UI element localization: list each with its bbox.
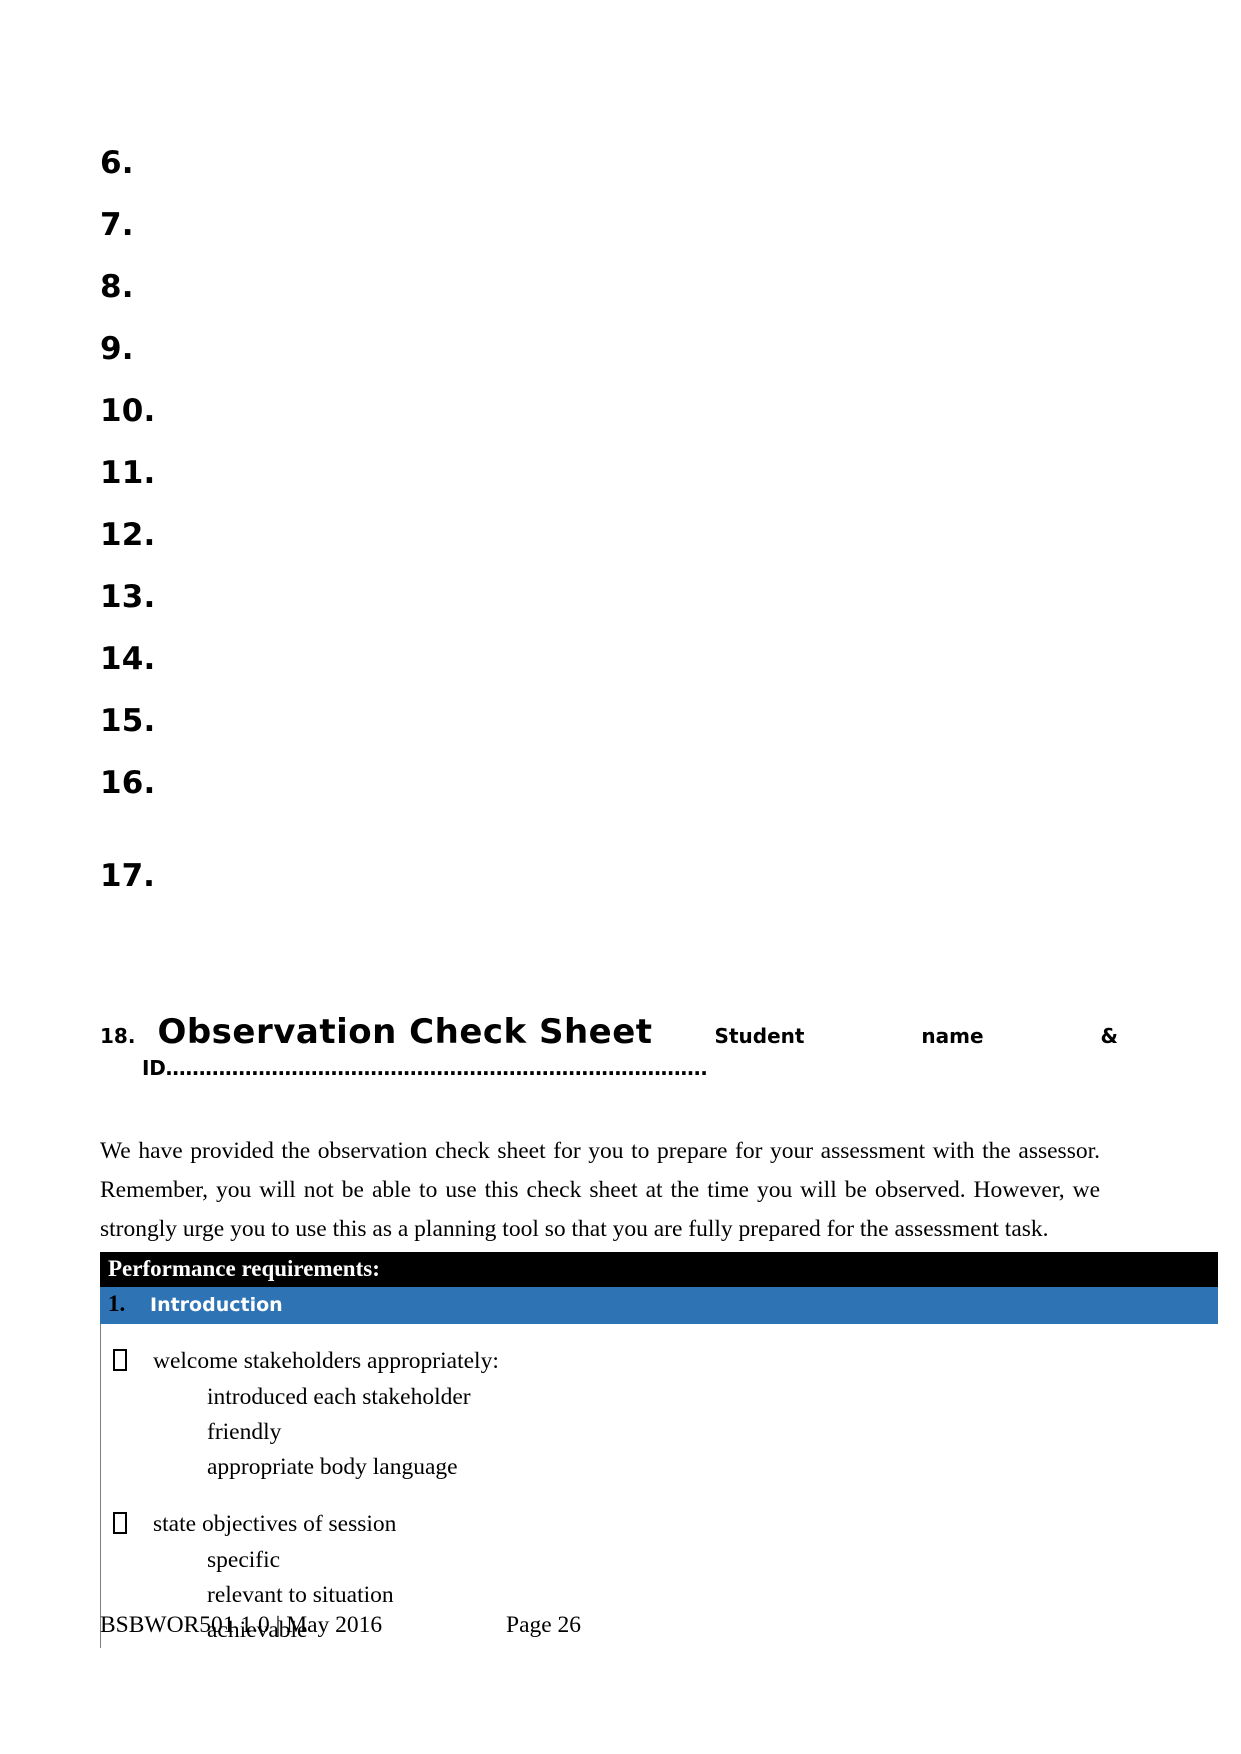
document-page: 6. 7. 8. 9. 10. 11. 12. 13. 14. 15. 16. … — [0, 0, 1241, 1754]
checkbox-icon[interactable] — [113, 1512, 127, 1534]
list-item: 8. — [100, 256, 1100, 318]
table-header-performance-requirements: Performance requirements: — [100, 1252, 1218, 1287]
checklist-subitem: appropriate body language — [207, 1454, 458, 1480]
checklist-item-label: state objectives of session — [153, 1511, 397, 1537]
list-item-number: 15. — [100, 703, 156, 739]
list-item-number: 16. — [100, 765, 156, 801]
heading-student-word: Student — [714, 1024, 805, 1048]
checklist-group: welcome stakeholders appropriately: intr… — [101, 1342, 1218, 1485]
list-item-number: 13. — [100, 579, 156, 615]
checklist-subitem: friendly — [207, 1419, 282, 1445]
checklist-item[interactable]: welcome stakeholders appropriately: — [101, 1342, 1218, 1380]
list-item-number: 17. — [100, 858, 155, 894]
list-item: 14. — [100, 628, 1100, 690]
checkbox-icon[interactable] — [113, 1349, 127, 1371]
checklist-subitem: introduced each stakeholder — [207, 1384, 471, 1410]
section-label: Introduction — [150, 1294, 283, 1316]
observation-check-table: Performance requirements: 1. Introductio… — [100, 1252, 1218, 1668]
list-item: 6. — [100, 132, 1100, 194]
heading-student-label: Student name & — [653, 1024, 1118, 1048]
list-item-number: 8. — [100, 269, 134, 305]
heading-ampersand: & — [1100, 1024, 1118, 1048]
heading-number: 18. — [100, 1024, 136, 1048]
checklist-item-label: welcome stakeholders appropriately: — [153, 1348, 499, 1374]
list-item-number: 11. — [100, 455, 156, 491]
checklist-subitem: specific — [207, 1547, 281, 1573]
list-item-number: 9. — [100, 331, 134, 367]
list-item-number: 12. — [100, 517, 156, 553]
heading-name-word: name — [921, 1024, 984, 1048]
table-body: welcome stakeholders appropriately: intr… — [100, 1324, 1218, 1648]
list-item: 16. — [100, 752, 1100, 814]
section-number: 1. — [108, 1291, 126, 1316]
list-item: 13. — [100, 566, 1100, 628]
footer-document-code: BSBWOR501 1.0 | May 2016 — [100, 1612, 383, 1638]
table-section-introduction: 1. Introduction — [100, 1287, 1218, 1324]
list-item: 15. — [100, 690, 1100, 752]
section-heading: 18. Observation Check Sheet Student name… — [100, 1012, 1118, 1080]
list-item-number: 14. — [100, 641, 156, 677]
intro-paragraph: We have provided the observation check s… — [100, 1137, 1100, 1242]
list-item-number: 6. — [100, 145, 134, 181]
checklist-item[interactable]: state objectives of session — [101, 1505, 1218, 1543]
list-item-number: 10. — [100, 393, 156, 429]
list-item: 9. — [100, 318, 1100, 380]
list-item-number: 7. — [100, 207, 134, 243]
numbered-list: 6. 7. 8. 9. 10. 11. 12. 13. 14. 15. 16. — [100, 132, 1100, 814]
student-id-field[interactable]: ID………………………………………………………………………. — [100, 1056, 1118, 1080]
list-item: 11. — [100, 442, 1100, 504]
footer-page-number: Page 26 — [506, 1612, 582, 1638]
list-item: 10. — [100, 380, 1100, 442]
heading-line-primary: 18. Observation Check Sheet Student name… — [100, 1012, 1118, 1052]
list-item-17: 17. — [100, 845, 155, 907]
list-item: 12. — [100, 504, 1100, 566]
page-title: Observation Check Sheet — [157, 1012, 653, 1052]
list-item: 7. — [100, 194, 1100, 256]
